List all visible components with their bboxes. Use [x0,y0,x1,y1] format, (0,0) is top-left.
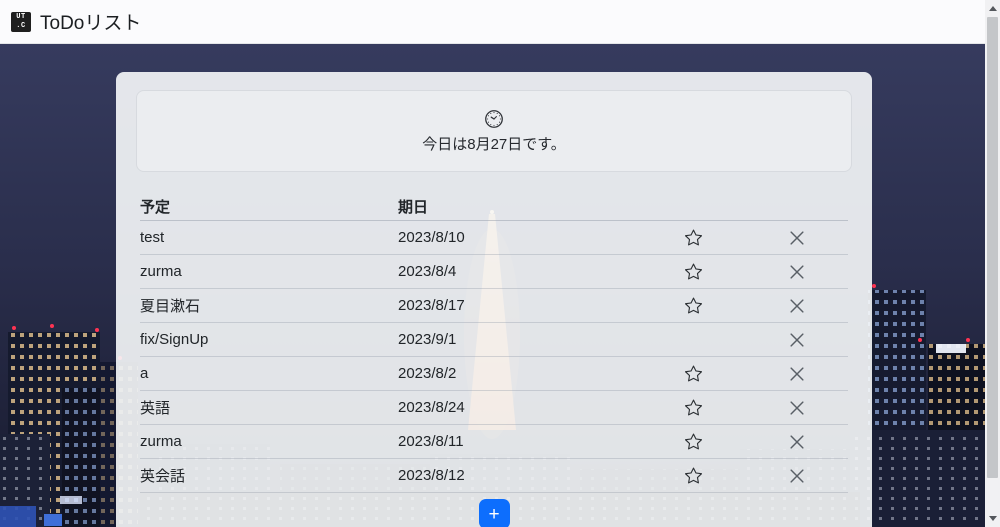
table-header-row: 予定 期日 [140,192,848,221]
task-due: 2023/8/10 [398,229,683,246]
table-row: a 2023/8/2 [140,357,848,391]
task-due: 2023/9/1 [398,331,683,348]
add-task-button[interactable]: + [479,499,510,527]
task-due: 2023/8/12 [398,467,683,484]
table-row: zurma 2023/8/11 [140,425,848,459]
star-button[interactable] [683,263,704,280]
star-icon [685,229,702,246]
star-button[interactable] [683,365,704,382]
task-due: 2023/8/17 [398,297,683,314]
delete-button[interactable] [786,331,808,349]
todo-card: 今日は8月27日です。 予定 期日 test [116,72,872,527]
brand-title[interactable]: ToDoリスト [40,8,141,35]
delete-button[interactable] [786,263,808,281]
star-icon [685,263,702,280]
star-button[interactable] [683,433,704,450]
star-button[interactable] [683,229,704,246]
star-icon [685,365,702,382]
x-icon [788,263,806,281]
task-title: test [140,229,398,246]
table-row: fix/SignUp 2023/9/1 [140,323,848,357]
x-icon [788,297,806,315]
task-title: 英会話 [140,465,398,486]
table-row: test 2023/8/10 [140,221,848,255]
task-due: 2023/8/11 [398,433,683,450]
clock-icon [483,108,505,130]
app-window: UT .C ToDoリスト 今日は8月27日です。 予定 [0,0,1000,527]
star-button[interactable] [683,467,704,484]
x-icon [788,229,806,247]
star-button[interactable] [683,399,704,416]
star-icon [685,467,702,484]
table-row: 英語 2023/8/24 [140,391,848,425]
x-icon [788,433,806,451]
table-row: 夏目漱石 2023/8/17 [140,289,848,323]
scroll-up-arrow-icon[interactable] [985,0,1000,17]
task-due: 2023/8/2 [398,365,683,382]
delete-button[interactable] [786,365,808,383]
task-title: zurma [140,433,398,450]
vertical-scrollbar[interactable] [985,0,1000,527]
scroll-down-arrow-icon[interactable] [985,510,1000,527]
star-button[interactable] [683,297,704,314]
x-icon [788,365,806,383]
task-title: fix/SignUp [140,331,398,348]
navbar: UT .C ToDoリスト [0,0,1000,44]
x-icon [788,331,806,349]
header-task: 予定 [140,196,398,217]
app-logo-icon: UT .C [11,12,31,32]
delete-button[interactable] [786,433,808,451]
task-title: zurma [140,263,398,280]
logo-text-bottom: .C [16,22,25,30]
todo-table: 予定 期日 test 2023/8/10 [140,192,848,527]
logo-text-top: UT [16,13,25,21]
star-icon [685,433,702,450]
table-row: 英会話 2023/8/12 [140,459,848,493]
delete-button[interactable] [786,297,808,315]
today-info-panel: 今日は8月27日です。 [136,90,852,172]
scrollbar-thumb[interactable] [987,17,998,478]
delete-button[interactable] [786,399,808,417]
table-row: zurma 2023/8/4 [140,255,848,289]
star-icon [685,399,702,416]
task-due: 2023/8/4 [398,263,683,280]
star-icon [685,297,702,314]
task-title: 夏目漱石 [140,295,398,316]
task-due: 2023/8/24 [398,399,683,416]
task-title: 英語 [140,397,398,418]
delete-button[interactable] [786,229,808,247]
x-icon [788,399,806,417]
delete-button[interactable] [786,467,808,485]
task-title: a [140,365,398,382]
header-due: 期日 [398,196,683,217]
today-message: 今日は8月27日です。 [422,133,566,154]
table-footer: + [140,493,848,527]
x-icon [788,467,806,485]
